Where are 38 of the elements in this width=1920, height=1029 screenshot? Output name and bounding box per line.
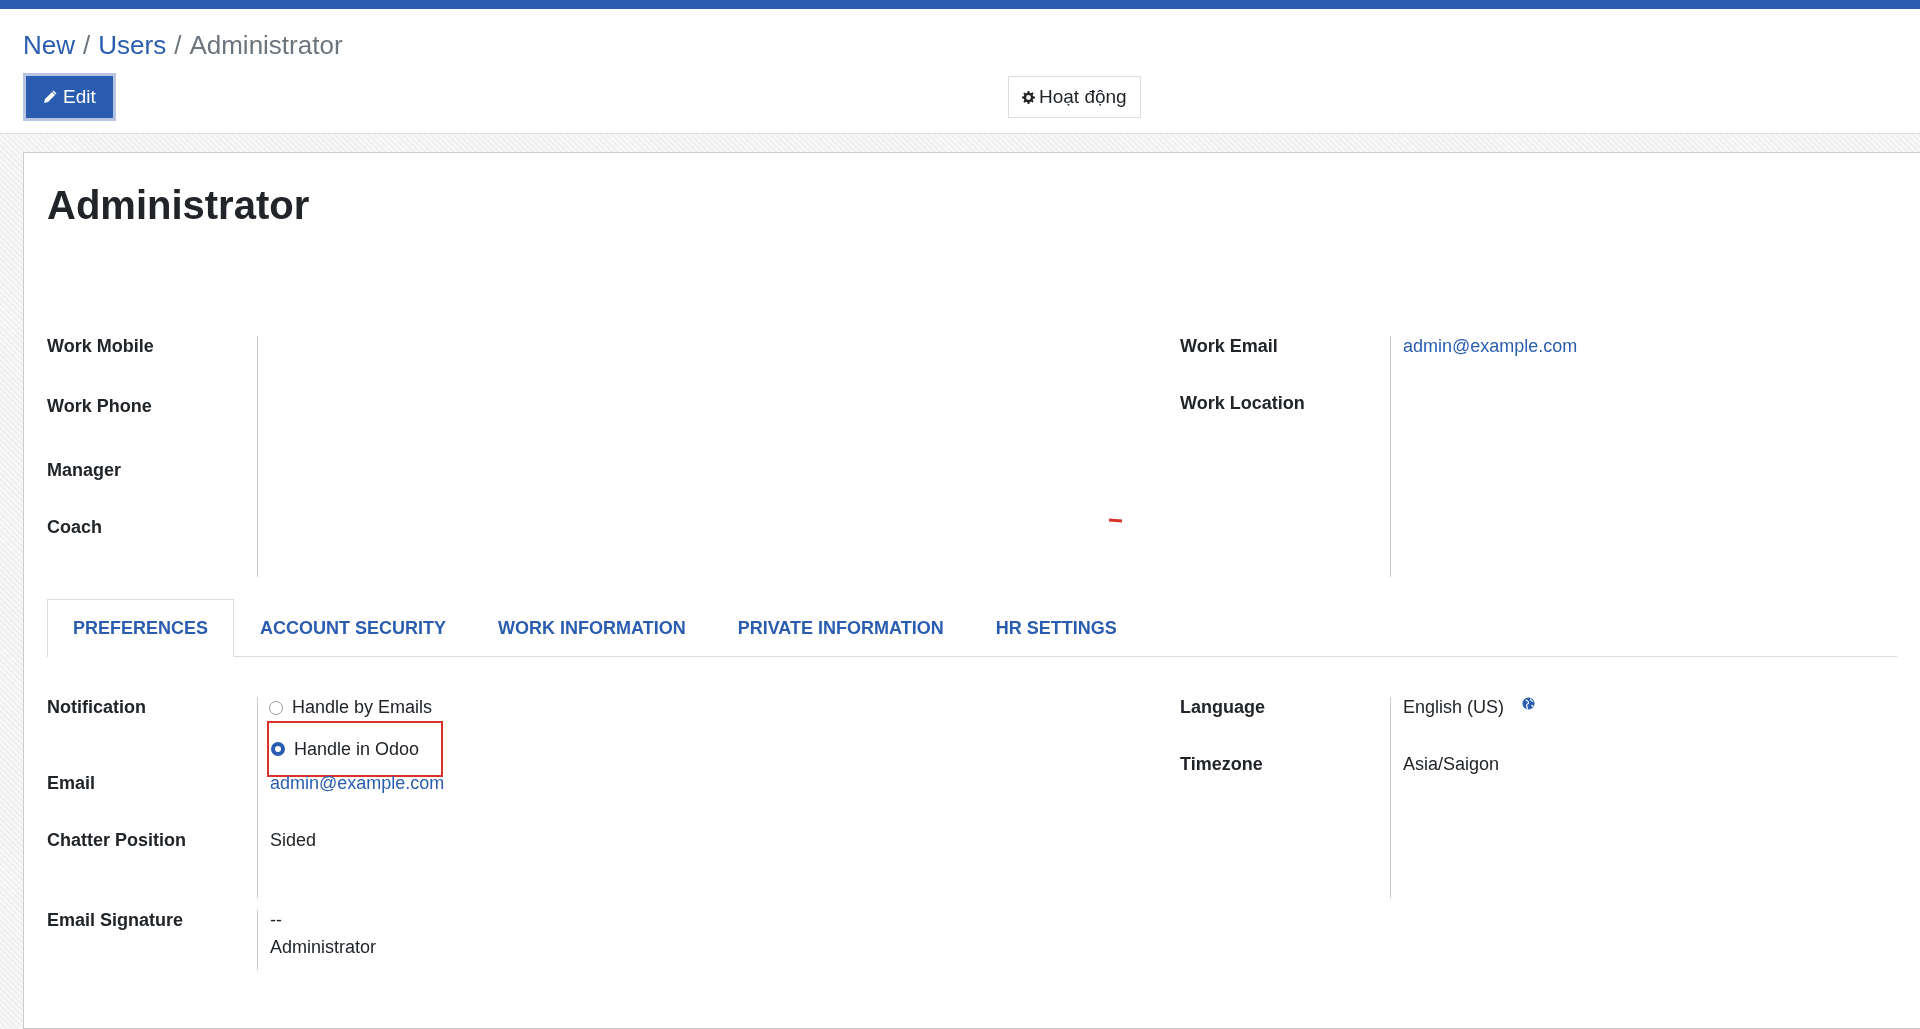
signature-line: Administrator — [270, 937, 377, 958]
tab[interactable]: HR SETTINGS — [969, 599, 1143, 657]
field-label: Manager — [47, 460, 122, 481]
edit-button[interactable]: Edit — [23, 73, 116, 121]
tab[interactable]: PRIVATE INFORMATION — [711, 599, 970, 657]
gear-icon — [1022, 90, 1035, 104]
globe-icon[interactable] — [1522, 697, 1536, 710]
field-label: Notification — [47, 697, 146, 718]
breadcrumb-separator: / — [83, 30, 91, 61]
tab[interactable]: ACCOUNT SECURITY — [234, 599, 473, 657]
field-value: English (US) — [1403, 697, 1505, 718]
action-button[interactable]: Hoạt động — [1008, 76, 1141, 118]
email-link[interactable]: admin@example.com — [1403, 336, 1578, 357]
field-label: Language — [1180, 697, 1265, 718]
field-label: Coach — [47, 517, 102, 538]
field-label: Email Signature — [47, 910, 184, 930]
field-value: Sided — [270, 830, 317, 851]
breadcrumb-separator: / — [174, 30, 182, 61]
field-label: Timezone — [1180, 754, 1263, 775]
field-label: Work Location — [1180, 393, 1305, 414]
tab[interactable]: WORK INFORMATION — [472, 599, 712, 657]
field-label: Chatter Position — [47, 830, 186, 851]
signature-line: -- — [270, 910, 283, 931]
email-link[interactable]: admin@example.com — [270, 773, 445, 794]
field-label: Work Email — [1180, 336, 1278, 357]
field-label: Email — [47, 773, 96, 794]
record-title: Administrator — [47, 183, 311, 228]
tab[interactable]: PREFERENCES — [47, 599, 235, 657]
field-label: Work Mobile — [47, 336, 154, 357]
breadcrumb-link[interactable]: Users — [98, 30, 167, 61]
pencil-icon — [43, 90, 57, 104]
radio-option[interactable]: Handle by Emails — [269, 697, 433, 718]
radio-option[interactable]: Handle in Odoo — [271, 738, 420, 760]
field-value: Asia/Saigon — [1403, 754, 1500, 775]
breadcrumb-link[interactable]: New — [23, 30, 75, 61]
field-label: Work Phone — [47, 396, 152, 417]
stray-mark — [1108, 518, 1123, 523]
breadcrumb-current: Administrator — [189, 30, 343, 61]
